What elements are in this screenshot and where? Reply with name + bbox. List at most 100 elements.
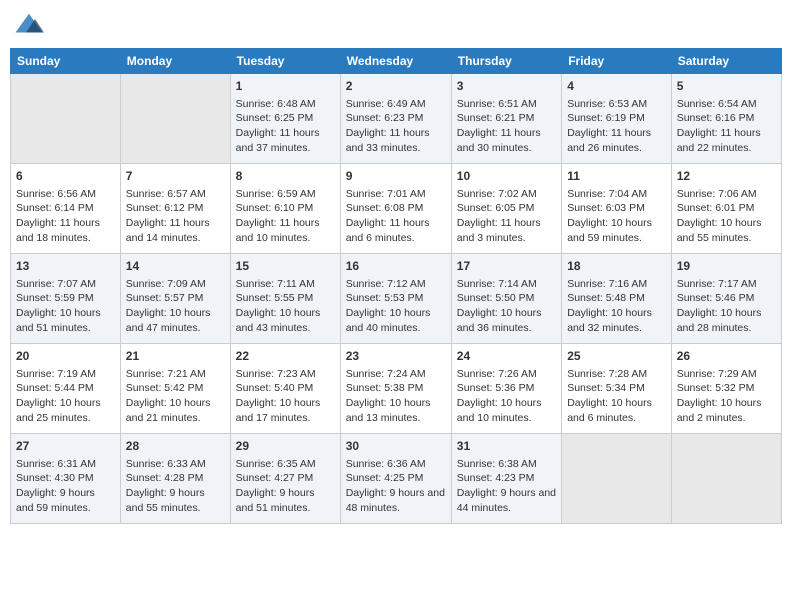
cell-line: Sunset: 4:25 PM — [346, 471, 446, 486]
cell-line: Daylight: 10 hours and 17 minutes. — [236, 396, 335, 425]
cell-line: Daylight: 10 hours and 2 minutes. — [677, 396, 776, 425]
cell-line: Sunrise: 6:57 AM — [126, 187, 225, 202]
calendar-cell: 23Sunrise: 7:24 AMSunset: 5:38 PMDayligh… — [340, 344, 451, 434]
cell-line: Sunset: 5:38 PM — [346, 381, 446, 396]
cell-line: Sunrise: 6:38 AM — [457, 457, 556, 472]
day-number: 4 — [567, 78, 666, 95]
day-number: 17 — [457, 258, 556, 275]
cell-line: Sunset: 5:50 PM — [457, 291, 556, 306]
header-day-friday: Friday — [562, 49, 672, 74]
calendar-cell: 27 Sunrise: 6:31 AMSunset: 4:30 PMDayligh… — [11, 434, 121, 524]
cell-line: Daylight: 10 hours and 21 minutes. — [126, 396, 225, 425]
day-number: 15 — [236, 258, 335, 275]
calendar-cell: 17Sunrise: 7:14 AMSunset: 5:50 PMDayligh… — [451, 254, 561, 344]
day-number: 5 — [677, 78, 776, 95]
cell-line: Sunset: 5:44 PM — [16, 381, 115, 396]
calendar-cell: 21Sunrise: 7:21 AMSunset: 5:42 PMDayligh… — [120, 344, 230, 434]
cell-line: Daylight: 10 hours and 40 minutes. — [346, 306, 446, 335]
cell-line: Sunset: 6:03 PM — [567, 201, 666, 216]
cell-line: Sunrise: 6:54 AM — [677, 97, 776, 112]
calendar-cell: 25Sunrise: 7:28 AMSunset: 5:34 PMDayligh… — [562, 344, 672, 434]
day-number: 29 — [236, 438, 335, 455]
header-row: SundayMondayTuesdayWednesdayThursdayFrid… — [11, 49, 782, 74]
cell-line: Sunrise: 7:16 AM — [567, 277, 666, 292]
cell-line: Sunrise: 7:23 AM — [236, 367, 335, 382]
cell-line: Daylight: 10 hours and 32 minutes. — [567, 306, 666, 335]
cell-line: Sunset: 4:27 PM — [236, 471, 335, 486]
calendar-cell: 24Sunrise: 7:26 AMSunset: 5:36 PMDayligh… — [451, 344, 561, 434]
week-row-1: 1Sunrise: 6:48 AMSunset: 6:25 PMDaylight… — [11, 74, 782, 164]
cell-line: Sunrise: 6:59 AM — [236, 187, 335, 202]
day-number: 7 — [126, 168, 225, 185]
calendar-cell — [671, 434, 781, 524]
calendar-table: SundayMondayTuesdayWednesdayThursdayFrid… — [10, 48, 782, 524]
cell-line: Daylight: 9 hours and 59 minutes. — [16, 486, 115, 515]
calendar-cell: 29Sunrise: 6:35 AMSunset: 4:27 PMDayligh… — [230, 434, 340, 524]
day-number: 26 — [677, 348, 776, 365]
calendar-cell: 1Sunrise: 6:48 AMSunset: 6:25 PMDaylight… — [230, 74, 340, 164]
day-number: 2 — [346, 78, 446, 95]
day-number: 1 — [236, 78, 335, 95]
logo — [14, 10, 48, 40]
cell-line: Sunset: 5:36 PM — [457, 381, 556, 396]
day-number: 27 — [16, 438, 115, 455]
cell-line: Sunrise: 6:31 AM — [16, 457, 115, 472]
header-day-thursday: Thursday — [451, 49, 561, 74]
header-day-saturday: Saturday — [671, 49, 781, 74]
day-number: 30 — [346, 438, 446, 455]
calendar-cell: 6Sunrise: 6:56 AMSunset: 6:14 PMDaylight… — [11, 164, 121, 254]
cell-line: Daylight: 10 hours and 36 minutes. — [457, 306, 556, 335]
cell-line: Sunset: 5:53 PM — [346, 291, 446, 306]
day-number: 11 — [567, 168, 666, 185]
cell-line: Daylight: 11 hours and 33 minutes. — [346, 126, 446, 155]
calendar-cell: 12Sunrise: 7:06 AMSunset: 6:01 PMDayligh… — [671, 164, 781, 254]
calendar-cell: 18Sunrise: 7:16 AMSunset: 5:48 PMDayligh… — [562, 254, 672, 344]
cell-line: Sunrise: 7:11 AM — [236, 277, 335, 292]
cell-line: Sunset: 4:28 PM — [126, 471, 225, 486]
calendar-cell — [11, 74, 121, 164]
day-number: 23 — [346, 348, 446, 365]
header-day-wednesday: Wednesday — [340, 49, 451, 74]
cell-line: Daylight: 11 hours and 26 minutes. — [567, 126, 666, 155]
calendar-cell: 30Sunrise: 6:36 AMSunset: 4:25 PMDayligh… — [340, 434, 451, 524]
logo-icon — [14, 10, 44, 40]
cell-line: Daylight: 9 hours and 55 minutes. — [126, 486, 225, 515]
day-number: 21 — [126, 348, 225, 365]
week-row-2: 6Sunrise: 6:56 AMSunset: 6:14 PMDaylight… — [11, 164, 782, 254]
cell-line: Daylight: 11 hours and 18 minutes. — [16, 216, 115, 245]
cell-line: Sunrise: 7:29 AM — [677, 367, 776, 382]
week-row-5: 27Sunrise: 6:31 AMSunset: 4:30 PMDayligh… — [11, 434, 782, 524]
day-number: 31 — [457, 438, 556, 455]
cell-line: Sunrise: 6:53 AM — [567, 97, 666, 112]
calendar-cell: 20Sunrise: 7:19 AMSunset: 5:44 PMDayligh… — [11, 344, 121, 434]
week-row-4: 20Sunrise: 7:19 AMSunset: 5:44 PMDayligh… — [11, 344, 782, 434]
calendar-body: 1Sunrise: 6:48 AMSunset: 6:25 PMDaylight… — [11, 74, 782, 524]
cell-line: Sunset: 5:42 PM — [126, 381, 225, 396]
calendar-cell — [120, 74, 230, 164]
cell-line: Sunset: 5:46 PM — [677, 291, 776, 306]
calendar-cell — [562, 434, 672, 524]
cell-line: Sunset: 6:14 PM — [16, 201, 115, 216]
cell-line: Daylight: 11 hours and 22 minutes. — [677, 126, 776, 155]
cell-line: Daylight: 10 hours and 28 minutes. — [677, 306, 776, 335]
cell-line: Sunset: 5:48 PM — [567, 291, 666, 306]
cell-line: Sunset: 6:16 PM — [677, 111, 776, 126]
cell-line: Sunrise: 6:49 AM — [346, 97, 446, 112]
cell-line: Sunrise: 7:17 AM — [677, 277, 776, 292]
cell-line: Sunset: 5:57 PM — [126, 291, 225, 306]
cell-line: Sunrise: 6:56 AM — [16, 187, 115, 202]
cell-line: Daylight: 10 hours and 59 minutes. — [567, 216, 666, 245]
cell-line: Sunset: 4:30 PM — [16, 471, 115, 486]
day-number: 8 — [236, 168, 335, 185]
cell-line: Sunrise: 7:04 AM — [567, 187, 666, 202]
cell-line: Sunset: 6:25 PM — [236, 111, 335, 126]
cell-line: Daylight: 10 hours and 51 minutes. — [16, 306, 115, 335]
cell-line: Daylight: 11 hours and 37 minutes. — [236, 126, 335, 155]
cell-line: Daylight: 10 hours and 6 minutes. — [567, 396, 666, 425]
calendar-cell: 2Sunrise: 6:49 AMSunset: 6:23 PMDaylight… — [340, 74, 451, 164]
cell-line: Sunrise: 7:01 AM — [346, 187, 446, 202]
cell-line: Sunrise: 7:28 AM — [567, 367, 666, 382]
cell-line: Sunrise: 7:12 AM — [346, 277, 446, 292]
cell-line: Daylight: 10 hours and 55 minutes. — [677, 216, 776, 245]
day-number: 13 — [16, 258, 115, 275]
